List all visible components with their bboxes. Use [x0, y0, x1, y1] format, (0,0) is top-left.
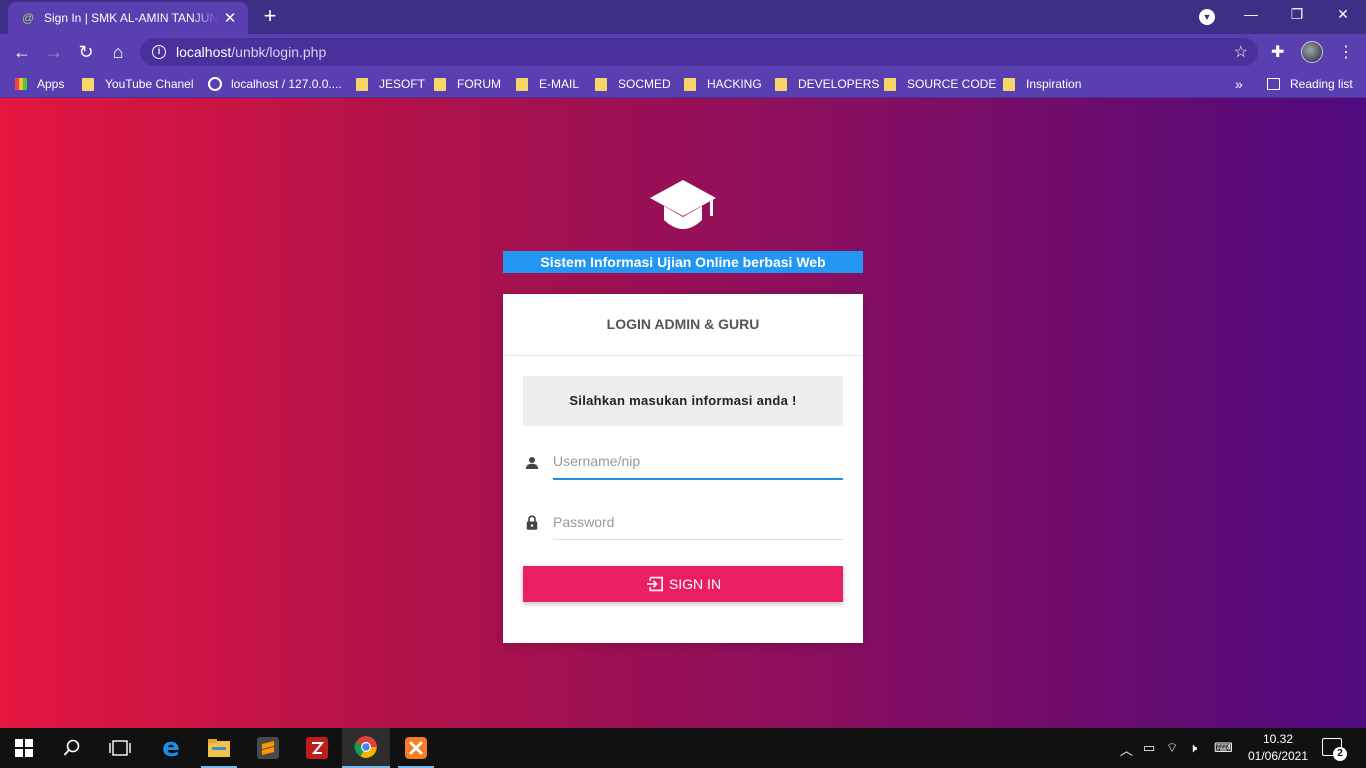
- bookmark-inspiration[interactable]: Inspiration: [1003, 75, 1081, 93]
- app-banner: Sistem Informasi Ujian Online berbasi We…: [503, 251, 863, 273]
- folder-icon: [884, 77, 896, 91]
- taskbar-file-explorer[interactable]: [195, 728, 243, 768]
- tab-title: Sign In | SMK AL-AMIN TANJUNG: [44, 11, 218, 25]
- more-bookmarks-icon[interactable]: »: [1235, 75, 1243, 93]
- reading-list-icon: [1267, 78, 1280, 90]
- xampp-icon: [405, 737, 427, 759]
- edge-icon: e: [162, 733, 180, 763]
- menu-kebab-icon[interactable]: ⋮: [1338, 42, 1354, 62]
- restore-icon[interactable]: ❐: [1287, 6, 1307, 23]
- taskbar-sublime[interactable]: [244, 728, 292, 768]
- bookmark-jesoft[interactable]: JESOFT: [356, 75, 425, 93]
- system-clock[interactable]: 10.32 01/06/2021: [1244, 731, 1312, 765]
- clock-time: 10.32: [1262, 732, 1294, 746]
- username-field: [523, 444, 843, 480]
- graduation-cap-icon: [650, 180, 716, 229]
- site-favicon-icon: @: [22, 11, 35, 25]
- folder-icon: [684, 77, 696, 91]
- bookmark-apps[interactable]: Apps: [15, 75, 64, 93]
- search-button[interactable]: [48, 728, 96, 768]
- apps-grid-icon: [15, 78, 27, 90]
- wifi-icon[interactable]: ⌔: [1166, 740, 1178, 756]
- login-page: Sistem Informasi Ujian Online berbasi We…: [0, 98, 1366, 728]
- folder-icon: [516, 77, 528, 91]
- lock-icon: [526, 515, 538, 530]
- login-arrow-icon: [646, 576, 663, 592]
- reload-icon[interactable]: ↻: [74, 40, 98, 64]
- bookmark-email[interactable]: E-MAIL: [516, 75, 579, 93]
- forward-icon[interactable]: →: [42, 40, 66, 64]
- task-view-button[interactable]: [96, 728, 144, 768]
- reading-list-button[interactable]: Reading list: [1267, 75, 1353, 93]
- battery-icon[interactable]: ▭: [1143, 740, 1155, 756]
- address-bar[interactable]: i localhost/unbk/login.php ☆: [140, 38, 1258, 66]
- card-title: LOGIN ADMIN & GURU: [503, 294, 863, 356]
- profile-avatar[interactable]: [1301, 41, 1323, 63]
- url-text: localhost/unbk/login.php: [176, 44, 327, 60]
- login-card: LOGIN ADMIN & GURU Silahkan masukan info…: [503, 294, 863, 643]
- windows-taskbar: e ︿ ▭ ⌔ 🕨 ⌨ 10.32 01/06/2021 2: [0, 728, 1366, 768]
- sign-in-button[interactable]: SIGN IN: [523, 566, 843, 602]
- bookmarks-bar: Apps YouTube Chanel localhost / 127.0.0.…: [0, 70, 1366, 98]
- folder-icon: [82, 77, 94, 91]
- chrome-icon: [354, 736, 377, 758]
- keyboard-icon[interactable]: ⌨: [1214, 740, 1233, 756]
- windows-logo-icon: [15, 739, 33, 757]
- taskbar-edge[interactable]: e: [147, 728, 195, 768]
- folder-icon: [356, 77, 368, 91]
- sublime-text-icon: [257, 737, 279, 759]
- tab-search-icon[interactable]: ▼: [1199, 9, 1215, 25]
- start-button[interactable]: [0, 728, 48, 768]
- volume-muted-icon[interactable]: 🕨: [1189, 740, 1197, 756]
- browser-toolbar: ← → ↻ ⌂ i localhost/unbk/login.php ☆ ✚ ⋮: [0, 34, 1366, 70]
- folder-icon: [595, 77, 607, 91]
- bookmark-forum[interactable]: FORUM: [434, 75, 501, 93]
- taskbar-xampp[interactable]: [392, 728, 440, 768]
- person-icon: [526, 457, 538, 469]
- back-icon[interactable]: ←: [10, 40, 34, 64]
- folder-icon: [434, 77, 446, 91]
- close-window-icon[interactable]: ✕: [1333, 6, 1353, 23]
- bookmark-socmed[interactable]: SOCMED: [595, 75, 671, 93]
- new-tab-button[interactable]: +: [260, 5, 280, 27]
- filezilla-icon: [306, 737, 328, 759]
- bookmark-developers[interactable]: DEVELOPERS: [775, 75, 879, 93]
- globe-icon: [208, 77, 222, 91]
- minimize-icon[interactable]: —: [1241, 6, 1261, 22]
- clock-date: 01/06/2021: [1247, 749, 1309, 763]
- bookmark-hacking[interactable]: HACKING: [684, 75, 762, 93]
- bookmark-youtube[interactable]: YouTube Chanel: [82, 75, 194, 93]
- show-hidden-icons-icon[interactable]: ︿: [1120, 740, 1133, 759]
- tab-close-icon[interactable]: ✕: [222, 9, 238, 27]
- task-view-icon: [109, 740, 131, 756]
- info-message: Silahkan masukan informasi anda !: [523, 376, 843, 426]
- tab-strip: @ Sign In | SMK AL-AMIN TANJUNG ✕ + ▼ — …: [0, 0, 1366, 34]
- taskbar-filezilla[interactable]: [293, 728, 341, 768]
- username-input[interactable]: [553, 444, 843, 480]
- extensions-icon[interactable]: ✚: [1271, 42, 1284, 62]
- sign-in-label: SIGN IN: [668, 576, 722, 592]
- folder-icon: [1003, 77, 1015, 91]
- password-input[interactable]: [553, 504, 843, 540]
- home-icon[interactable]: ⌂: [106, 40, 130, 64]
- bookmark-star-icon[interactable]: ☆: [1234, 42, 1248, 62]
- tab-active[interactable]: @ Sign In | SMK AL-AMIN TANJUNG ✕: [8, 2, 248, 34]
- folder-icon: [775, 77, 787, 91]
- file-explorer-icon: [208, 739, 230, 757]
- password-field: [523, 504, 843, 540]
- taskbar-chrome[interactable]: [342, 728, 390, 768]
- bookmark-localhost[interactable]: localhost / 127.0.0....: [208, 75, 342, 93]
- site-info-icon[interactable]: i: [152, 45, 166, 59]
- search-icon: [63, 739, 80, 756]
- bookmark-source-code[interactable]: SOURCE CODE: [884, 75, 996, 93]
- notification-count-badge: 2: [1333, 747, 1347, 761]
